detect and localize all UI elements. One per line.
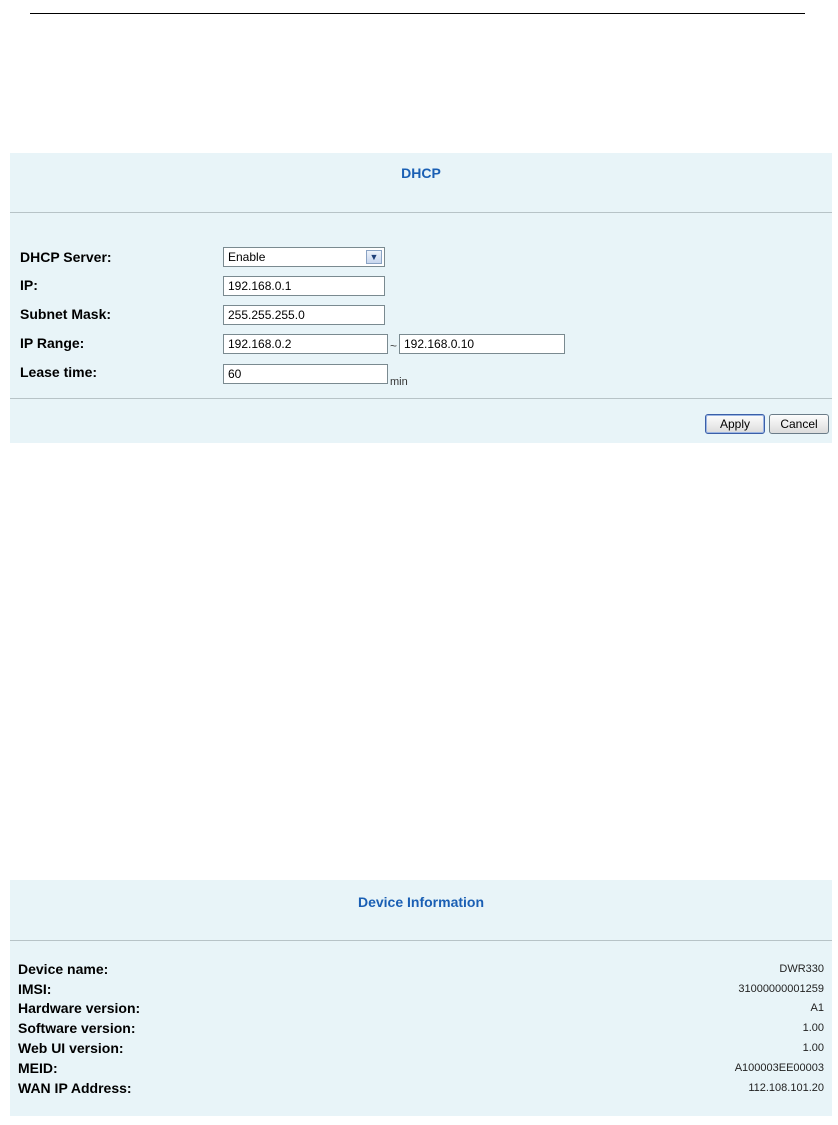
info-value: 31000000001259 — [738, 983, 824, 995]
info-label: MEID: — [18, 1060, 58, 1076]
ip-input[interactable]: 192.168.0.1 — [223, 276, 385, 296]
dhcp-server-label: DHCP Server: — [20, 249, 112, 265]
info-value: 1.00 — [802, 1042, 824, 1054]
info-label: Device name: — [18, 961, 109, 977]
ip-range-label: IP Range: — [20, 335, 85, 351]
info-label: Hardware version: — [18, 1000, 141, 1016]
subnet-mask-label: Subnet Mask: — [20, 306, 112, 322]
info-value: DWR330 — [779, 963, 824, 975]
info-row-wan-ip-address: WAN IP Address: 112.108.101.20 — [18, 1080, 824, 1099]
info-value: A1 — [810, 1002, 824, 1014]
info-value: A100003EE00003 — [734, 1062, 824, 1074]
subnet-mask-input[interactable]: 255.255.255.0 — [223, 305, 385, 325]
dhcp-title-divider — [10, 212, 832, 213]
lease-time-unit: min — [390, 376, 408, 388]
page-top-rule — [30, 13, 805, 14]
ip-range-separator: ~ — [390, 339, 398, 353]
ip-range-start-input[interactable]: 192.168.0.2 — [223, 334, 388, 354]
cancel-button[interactable]: Cancel — [769, 414, 829, 434]
apply-button[interactable]: Apply — [705, 414, 765, 434]
lease-time-input[interactable]: 60 — [223, 364, 388, 384]
info-value: 112.108.101.20 — [748, 1082, 824, 1094]
info-row-device-name: Device name: DWR330 — [18, 961, 824, 980]
dhcp-footer-divider — [10, 398, 832, 399]
chevron-down-icon[interactable]: ▼ — [366, 250, 382, 264]
info-value: 1.00 — [802, 1022, 824, 1034]
dhcp-server-value: Enable — [228, 250, 266, 264]
info-row-software-version: Software version: 1.00 — [18, 1020, 824, 1039]
info-row-meid: MEID: A100003EE00003 — [18, 1060, 824, 1079]
device-info-panel: Device Information Device name: DWR330 I… — [10, 880, 832, 1116]
info-row-imsi: IMSI: 31000000001259 — [18, 981, 824, 1000]
ip-range-end-input[interactable]: 192.168.0.10 — [399, 334, 565, 354]
info-row-hardware-version: Hardware version: A1 — [18, 1000, 824, 1019]
info-label: Web UI version: — [18, 1040, 124, 1056]
dhcp-panel: DHCP DHCP Server: Enable ▼ IP: 192.168.0… — [10, 153, 832, 443]
info-label: WAN IP Address: — [18, 1080, 132, 1096]
info-label: IMSI: — [18, 981, 52, 997]
device-info-divider — [10, 940, 832, 941]
lease-time-label: Lease time: — [20, 364, 98, 380]
dhcp-server-select[interactable]: Enable ▼ — [223, 247, 385, 267]
info-label: Software version: — [18, 1020, 136, 1036]
ip-label: IP: — [20, 277, 38, 293]
device-info-title: Device Information — [357, 894, 485, 910]
info-row-web-ui-version: Web UI version: 1.00 — [18, 1040, 824, 1059]
dhcp-title: DHCP — [401, 165, 441, 181]
